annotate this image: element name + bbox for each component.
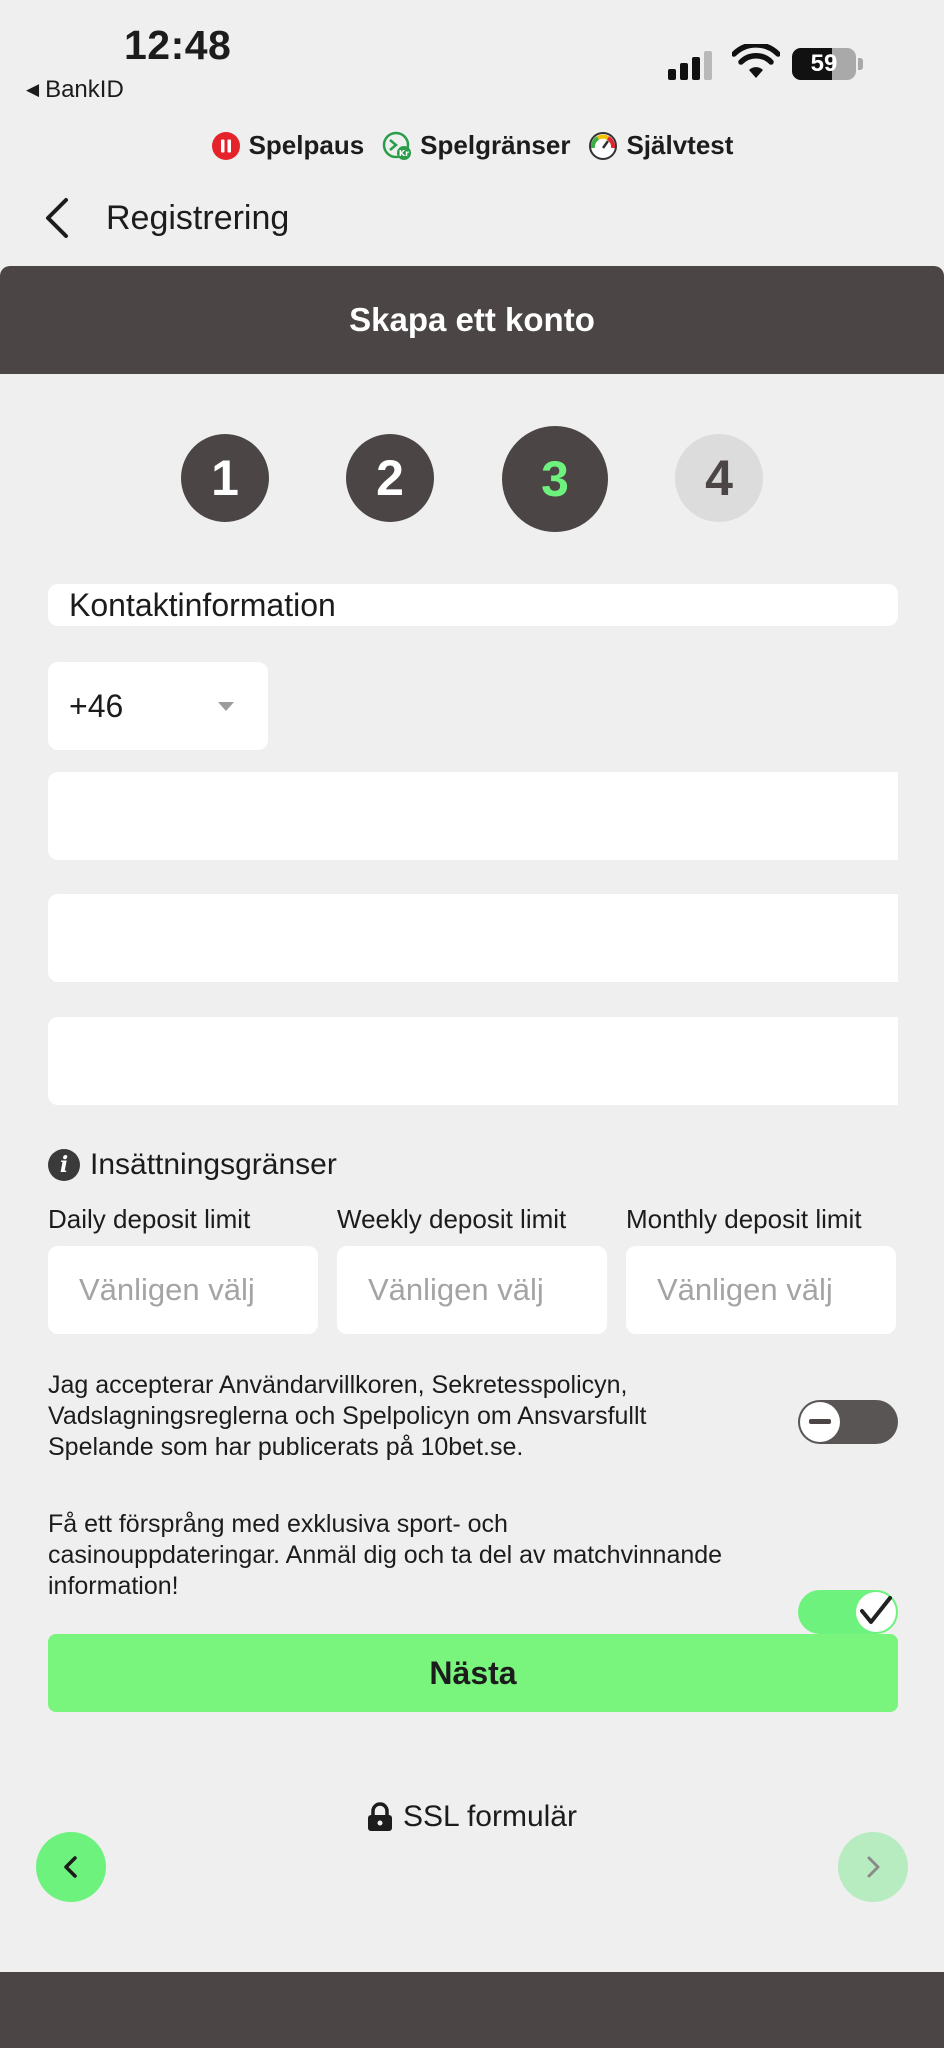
deposit-limits-title: Insättningsgränser xyxy=(90,1148,337,1181)
svg-text:Kr: Kr xyxy=(399,149,409,158)
cellular-signal-icon xyxy=(668,50,712,80)
terms-toggle[interactable] xyxy=(798,1400,898,1444)
back-chevron-icon[interactable] xyxy=(42,196,72,240)
daily-limit-placeholder: Vänligen välj xyxy=(79,1272,255,1307)
chevron-left-icon xyxy=(64,1856,77,1878)
phone-number-input[interactable] xyxy=(48,772,898,860)
back-to-app-link[interactable]: ◀ BankID xyxy=(26,76,124,104)
toggle-knob xyxy=(856,1592,896,1632)
step-3-label: 3 xyxy=(541,451,569,507)
step-1: 1 xyxy=(181,434,269,522)
weekly-limit-select[interactable]: Vänligen välj xyxy=(337,1246,607,1334)
dropdown-caret-icon xyxy=(218,702,234,711)
ssl-note: SSL formulär xyxy=(0,1800,944,1834)
daily-limit-label: Daily deposit limit xyxy=(48,1204,251,1234)
contact-input-3[interactable] xyxy=(48,1017,898,1105)
country-code-select[interactable]: +46 xyxy=(48,662,268,750)
sjalvtest-label: Självtest xyxy=(626,130,734,160)
battery-icon: 59 xyxy=(792,48,864,80)
country-code-value: +46 xyxy=(69,687,124,724)
monthly-limit-select[interactable]: Vänligen välj xyxy=(626,1246,896,1334)
monthly-limit-label: Monthly deposit limit xyxy=(626,1204,862,1234)
back-app-label: BankID xyxy=(45,76,124,103)
sjalvtest-link[interactable]: Självtest xyxy=(588,130,733,161)
lock-icon xyxy=(368,1802,393,1831)
spelpaus-link[interactable]: Spelpaus xyxy=(211,130,365,161)
section-title: Kontaktinformation xyxy=(48,584,898,626)
pause-icon xyxy=(211,131,240,160)
step-1-label: 1 xyxy=(211,450,239,506)
next-button[interactable]: Nästa xyxy=(48,1634,898,1712)
spelpaus-label: Spelpaus xyxy=(248,130,365,160)
page-title: Skapa ett konto xyxy=(349,301,595,338)
monthly-limit-placeholder: Vänligen välj xyxy=(657,1272,833,1307)
toggle-knob xyxy=(800,1402,840,1442)
limits-icon: Kr xyxy=(382,131,412,160)
marketing-toggle[interactable] xyxy=(798,1590,898,1634)
weekly-limit-label: Weekly deposit limit xyxy=(337,1204,567,1234)
step-2: 2 xyxy=(346,434,434,522)
step-4: 4 xyxy=(675,434,763,522)
checkmark-icon xyxy=(860,1596,892,1624)
chevron-right-icon xyxy=(867,1856,880,1878)
info-icon[interactable]: i xyxy=(48,1149,80,1181)
step-3-active: 3 xyxy=(502,426,608,532)
previous-button[interactable] xyxy=(36,1832,106,1902)
weekly-limit-placeholder: Vänligen välj xyxy=(368,1272,544,1307)
step-4-label: 4 xyxy=(705,450,733,506)
battery-level: 59 xyxy=(810,50,838,77)
step-2-label: 2 xyxy=(376,450,404,506)
gauge-icon xyxy=(589,131,618,160)
spelgranser-label: Spelgränser xyxy=(420,130,571,160)
deposit-limits-header: i Insättningsgränser xyxy=(48,1148,337,1182)
spelgranser-link[interactable]: Kr Spelgränser xyxy=(382,130,570,161)
terms-consent-text: Jag accepterar Användarvillkoren, Sekret… xyxy=(48,1371,647,1461)
bottom-bar xyxy=(0,1972,944,2048)
nav-title: Registrering xyxy=(106,199,290,237)
back-triangle-icon: ◀ xyxy=(26,80,40,99)
wifi-icon xyxy=(732,44,780,78)
marketing-consent-text: Få ett försprång med exklusiva sport- oc… xyxy=(48,1510,723,1600)
daily-limit-select[interactable]: Vänligen välj xyxy=(48,1246,318,1334)
forward-button[interactable] xyxy=(838,1832,908,1902)
ssl-label: SSL formulär xyxy=(403,1800,577,1833)
status-time: 12:48 xyxy=(124,22,232,68)
page-title-bar: Skapa ett konto xyxy=(0,266,944,374)
minus-icon xyxy=(809,1419,831,1424)
contact-input-2[interactable] xyxy=(48,894,898,982)
responsible-gaming-bar: Spelpaus Kr Spelgränser Självtest xyxy=(0,130,944,161)
